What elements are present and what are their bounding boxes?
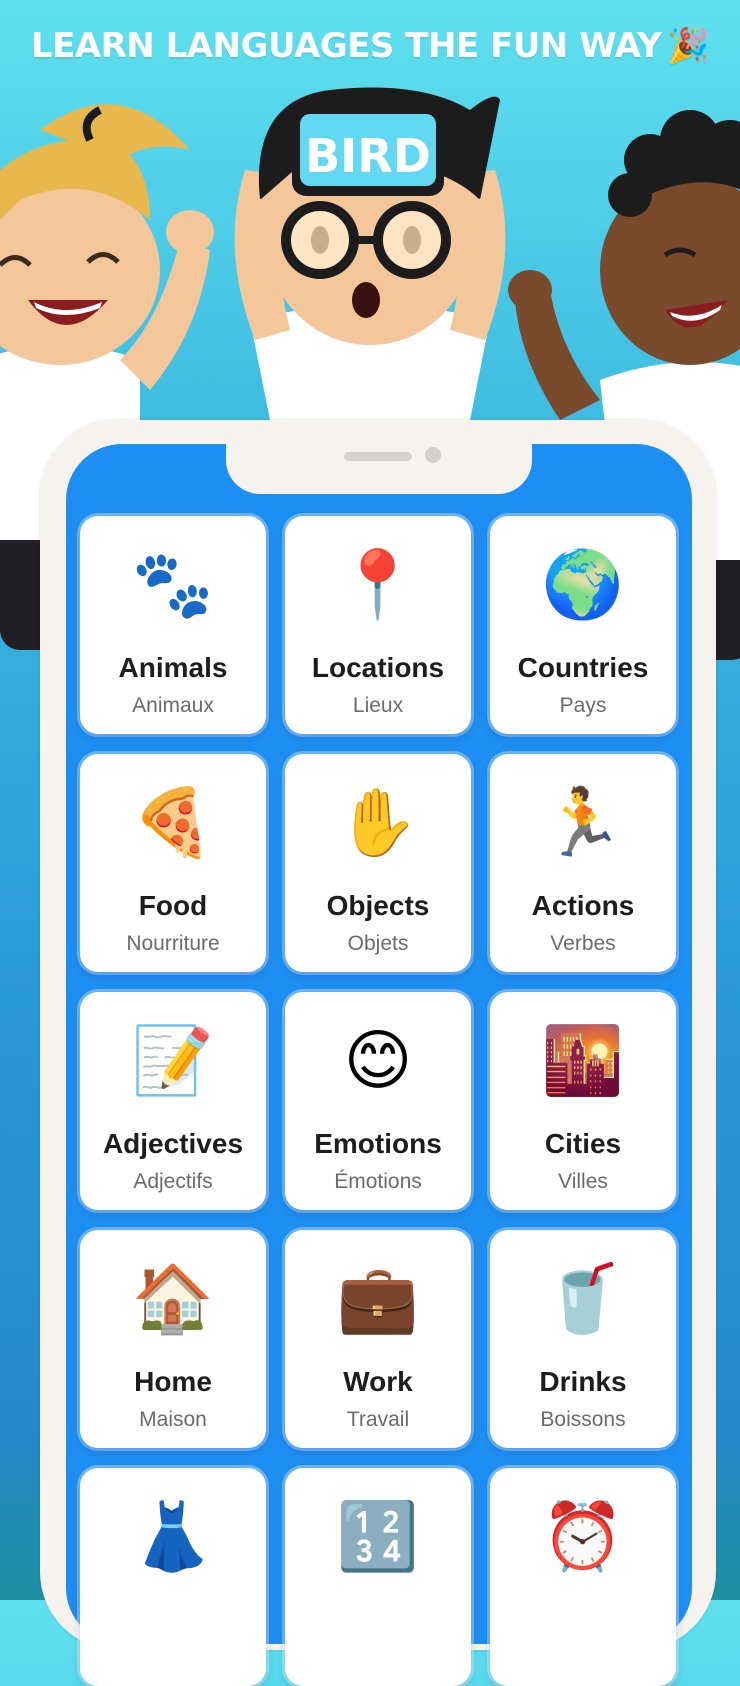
party-popper-icon: 🎉 bbox=[667, 26, 710, 66]
category-title: Cities bbox=[544, 1128, 622, 1159]
raised-hand-icon: ✋ bbox=[336, 784, 420, 861]
alarm-clock-icon: ⏰ bbox=[541, 1498, 625, 1575]
memo-pencil-icon: 📝 bbox=[131, 1022, 215, 1099]
category-title: Work bbox=[343, 1366, 413, 1397]
category-title: Food bbox=[138, 890, 208, 921]
category-grid: 🐾 Animals Animaux 📍 Locations Lieux 🌍 Co… bbox=[80, 516, 678, 1686]
city-sunset-icon: 🌇 bbox=[541, 1022, 625, 1099]
paw-prints-icon: 🐾 bbox=[131, 546, 215, 623]
cup-with-straw-icon: 🥤 bbox=[541, 1260, 625, 1337]
category-card-countries[interactable]: 🌍 Countries Pays bbox=[490, 516, 676, 734]
category-card-drinks[interactable]: 🥤 Drinks Boissons bbox=[490, 1230, 676, 1448]
category-card-time[interactable]: ⏰ bbox=[490, 1468, 676, 1686]
category-subtitle: Travail bbox=[346, 1408, 410, 1431]
category-subtitle: Villes bbox=[558, 1170, 608, 1193]
category-title: Home bbox=[134, 1366, 212, 1397]
category-subtitle: Émotions bbox=[334, 1170, 422, 1193]
pushpin-icon: 📍 bbox=[336, 546, 420, 623]
category-subtitle: Animaux bbox=[132, 694, 214, 717]
phone-speaker bbox=[344, 452, 412, 461]
dress-icon: 👗 bbox=[131, 1498, 215, 1575]
category-card-food[interactable]: 🍕 Food Nourriture bbox=[80, 754, 266, 972]
category-card-clothes[interactable]: 👗 bbox=[80, 1468, 266, 1686]
category-card-animals[interactable]: 🐾 Animals Animaux bbox=[80, 516, 266, 734]
category-subtitle: Pays bbox=[559, 694, 607, 717]
category-title: Countries bbox=[517, 652, 649, 683]
category-subtitle: Verbes bbox=[550, 932, 616, 955]
phone-camera bbox=[425, 447, 441, 463]
house-icon: 🏠 bbox=[131, 1260, 215, 1337]
category-subtitle: Nourriture bbox=[126, 932, 220, 955]
category-subtitle: Adjectifs bbox=[133, 1170, 213, 1193]
pizza-icon: 🍕 bbox=[131, 784, 215, 861]
category-title: Actions bbox=[531, 890, 635, 921]
category-card-numbers[interactable]: 🔢 bbox=[285, 1468, 471, 1686]
category-subtitle: Boissons bbox=[540, 1408, 626, 1431]
category-card-objects[interactable]: ✋ Objects Objets bbox=[285, 754, 471, 972]
category-subtitle: Maison bbox=[139, 1408, 207, 1431]
category-title: Objects bbox=[326, 890, 430, 921]
running-person-icon: 🏃 bbox=[541, 784, 625, 861]
forehead-card-text: BIRD bbox=[305, 129, 431, 183]
numbers-icon: 🔢 bbox=[336, 1498, 420, 1575]
category-card-actions[interactable]: 🏃 Actions Verbes bbox=[490, 754, 676, 972]
category-card-emotions[interactable]: 😊 Emotions Émotions bbox=[285, 992, 471, 1210]
category-card-work[interactable]: 💼 Work Travail bbox=[285, 1230, 471, 1448]
category-title: Emotions bbox=[314, 1128, 442, 1159]
globe-icon: 🌍 bbox=[541, 546, 625, 623]
category-subtitle: Objets bbox=[347, 932, 409, 955]
headline: LEARN LANGUAGES THE FUN WAY 🎉 bbox=[0, 26, 740, 66]
category-title: Locations bbox=[311, 652, 445, 683]
category-card-cities[interactable]: 🌇 Cities Villes bbox=[490, 992, 676, 1210]
category-subtitle: Lieux bbox=[352, 694, 404, 717]
category-card-adjectives[interactable]: 📝 Adjectives Adjectifs bbox=[80, 992, 266, 1210]
smiling-face-icon: 😊 bbox=[343, 1022, 413, 1099]
briefcase-icon: 💼 bbox=[336, 1260, 420, 1337]
center-boy-figure: BIRD bbox=[234, 87, 506, 420]
category-title: Adjectives bbox=[102, 1128, 244, 1159]
category-title: Animals bbox=[118, 652, 228, 683]
category-card-home[interactable]: 🏠 Home Maison bbox=[80, 1230, 266, 1448]
category-card-locations[interactable]: 📍 Locations Lieux bbox=[285, 516, 471, 734]
category-title: Drinks bbox=[539, 1366, 627, 1397]
headline-text: LEARN LANGUAGES THE FUN WAY bbox=[30, 26, 662, 66]
